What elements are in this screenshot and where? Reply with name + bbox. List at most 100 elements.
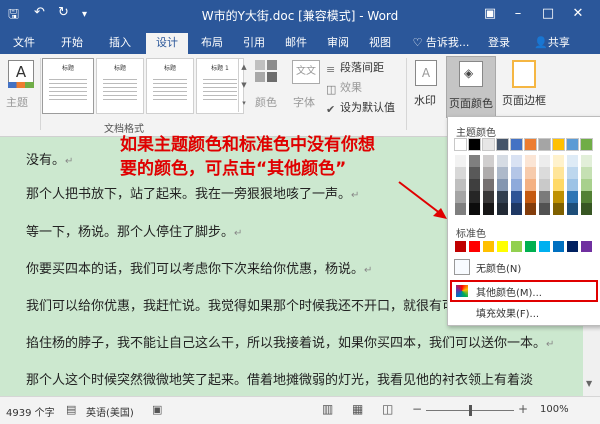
- theme-color-shade-swatch[interactable]: [539, 155, 550, 167]
- theme-color-shade-swatch[interactable]: [539, 203, 550, 215]
- fonts-button[interactable]: 文文 字体: [290, 58, 320, 114]
- paragraph[interactable]: 我们可以给你优惠，我赶忙说。我觉得如果那个时候我还不开口，就很有可: [26, 295, 455, 314]
- standard-color-swatch[interactable]: [567, 241, 578, 252]
- zoom-slider[interactable]: [426, 405, 514, 416]
- theme-color-shade-swatch[interactable]: [497, 155, 508, 167]
- theme-color-swatch[interactable]: [482, 138, 495, 151]
- theme-color-shade-swatch[interactable]: [539, 167, 550, 179]
- paragraph[interactable]: 那个人把书放下，站了起来。我在一旁狠狠地咳了一声。↵: [26, 183, 359, 202]
- theme-color-shade-swatch[interactable]: [497, 203, 508, 215]
- themes-button[interactable]: A 主题: [6, 58, 36, 114]
- page-color-button[interactable]: ◈ 页面颜色: [446, 56, 496, 118]
- style-thumb-3[interactable]: 标题: [146, 58, 194, 114]
- theme-color-shade-swatch[interactable]: [455, 191, 466, 203]
- theme-color-shade-swatch[interactable]: [525, 191, 536, 203]
- theme-color-shade-swatch[interactable]: [567, 203, 578, 215]
- tab-review[interactable]: 审阅: [322, 33, 354, 54]
- theme-color-swatch[interactable]: [580, 138, 593, 151]
- theme-color-shade-swatch[interactable]: [553, 203, 564, 215]
- theme-color-shade-swatch[interactable]: [539, 191, 550, 203]
- theme-color-shade-swatch[interactable]: [525, 167, 536, 179]
- style-thumb-2[interactable]: 标题: [96, 58, 144, 114]
- fill-effects-option[interactable]: 填充效果(F)...: [450, 303, 598, 321]
- gallery-scroll[interactable]: ▲ ▼ ▾: [238, 58, 249, 112]
- theme-color-shade-swatch[interactable]: [511, 179, 522, 191]
- theme-color-shade-swatch[interactable]: [469, 167, 480, 179]
- theme-color-shade-swatch[interactable]: [539, 179, 550, 191]
- colors-button[interactable]: 颜色: [252, 58, 282, 114]
- theme-color-shade-swatch[interactable]: [483, 191, 494, 203]
- theme-color-swatch[interactable]: [496, 138, 509, 151]
- style-thumb-4[interactable]: 标题 1: [196, 58, 244, 114]
- theme-color-shade-swatch[interactable]: [511, 191, 522, 203]
- theme-color-shade-swatch[interactable]: [525, 179, 536, 191]
- no-color-option[interactable]: 无颜色(N): [450, 257, 598, 277]
- theme-color-swatch[interactable]: [552, 138, 565, 151]
- read-mode-icon[interactable]: ▥: [322, 402, 333, 416]
- tab-file[interactable]: 文件: [6, 33, 42, 54]
- paragraph[interactable]: 那个人这个时候突然微微地笑了起来。借着地摊微弱的灯光，我看见他的衬衣领上有着淡: [26, 369, 533, 388]
- standard-color-swatch[interactable]: [469, 241, 480, 252]
- theme-color-shade-swatch[interactable]: [511, 203, 522, 215]
- tell-me-box[interactable]: ♡ 告诉我...: [408, 33, 474, 54]
- style-thumb-1[interactable]: 标题: [42, 58, 94, 114]
- print-layout-icon[interactable]: ▦: [352, 402, 363, 416]
- tab-home[interactable]: 开始: [54, 33, 90, 54]
- paragraph[interactable]: 掐住杨的脖子，我不能让自己这么干，所以我接着说，如果你买四本，我们可以送你一本。…: [26, 332, 554, 351]
- standard-color-swatch[interactable]: [525, 241, 536, 252]
- theme-color-shade-swatch[interactable]: [469, 155, 480, 167]
- page-borders-button[interactable]: 页面边框: [500, 58, 550, 114]
- theme-color-shade-swatch[interactable]: [581, 155, 592, 167]
- theme-color-shade-swatch[interactable]: [483, 155, 494, 167]
- tab-insert[interactable]: 插入: [102, 33, 138, 54]
- theme-color-shade-swatch[interactable]: [567, 167, 578, 179]
- theme-color-shade-swatch[interactable]: [581, 203, 592, 215]
- theme-color-shade-swatch[interactable]: [581, 167, 592, 179]
- scroll-down-icon[interactable]: ▼: [586, 379, 592, 388]
- theme-color-shade-swatch[interactable]: [497, 167, 508, 179]
- zoom-in-button[interactable]: +: [518, 402, 528, 416]
- standard-color-swatch[interactable]: [497, 241, 508, 252]
- standard-color-swatch[interactable]: [511, 241, 522, 252]
- theme-color-shade-swatch[interactable]: [581, 179, 592, 191]
- theme-color-shade-swatch[interactable]: [497, 179, 508, 191]
- paragraph-spacing-button[interactable]: ≡ 段落间距: [326, 58, 412, 76]
- theme-color-shade-swatch[interactable]: [567, 179, 578, 191]
- paragraph[interactable]: 等一下，杨说。那个人停住了脚步。↵: [26, 221, 242, 240]
- language-indicator[interactable]: 英语(美国): [86, 404, 134, 419]
- effects-button[interactable]: ◫ 效果: [326, 78, 412, 96]
- restore-button[interactable]: □: [536, 4, 560, 24]
- watermark-button[interactable]: A 水印: [410, 58, 442, 114]
- theme-color-shade-swatch[interactable]: [553, 179, 564, 191]
- theme-color-swatch[interactable]: [524, 138, 537, 151]
- style-set-gallery[interactable]: 标题 标题 标题 标题 1: [42, 58, 246, 114]
- tab-view[interactable]: 视图: [364, 33, 396, 54]
- paragraph[interactable]: 没有。↵: [26, 149, 73, 168]
- theme-color-shade-swatch[interactable]: [525, 203, 536, 215]
- paragraph[interactable]: 你要买四本的话，我们可以考虑你下次来给你优惠，杨说。↵: [26, 258, 372, 277]
- sign-in-link[interactable]: 登录: [484, 33, 514, 54]
- theme-color-shade-swatch[interactable]: [469, 179, 480, 191]
- zoom-slider-thumb[interactable]: [469, 405, 472, 416]
- theme-color-shade-swatch[interactable]: [511, 167, 522, 179]
- set-as-default-button[interactable]: ✔ 设为默认值: [326, 98, 412, 116]
- word-count[interactable]: 4939 个字: [6, 404, 55, 419]
- theme-color-shade-swatch[interactable]: [469, 191, 480, 203]
- standard-color-swatch[interactable]: [455, 241, 466, 252]
- theme-color-swatch[interactable]: [454, 138, 467, 151]
- tab-design[interactable]: 设计: [146, 33, 188, 54]
- theme-color-swatch[interactable]: [468, 138, 481, 151]
- close-button[interactable]: ✕: [566, 4, 590, 24]
- tab-references[interactable]: 引用: [238, 33, 270, 54]
- theme-color-shade-swatch[interactable]: [455, 155, 466, 167]
- theme-color-shade-swatch[interactable]: [567, 191, 578, 203]
- theme-color-swatch[interactable]: [538, 138, 551, 151]
- macro-icon[interactable]: ▣: [152, 403, 162, 416]
- theme-color-shade-swatch[interactable]: [553, 155, 564, 167]
- theme-color-shade-swatch[interactable]: [567, 155, 578, 167]
- theme-color-shade-swatch[interactable]: [553, 167, 564, 179]
- theme-color-shade-swatch[interactable]: [455, 167, 466, 179]
- theme-color-shade-swatch[interactable]: [455, 203, 466, 215]
- theme-color-shade-swatch[interactable]: [483, 203, 494, 215]
- theme-color-shade-swatch[interactable]: [483, 179, 494, 191]
